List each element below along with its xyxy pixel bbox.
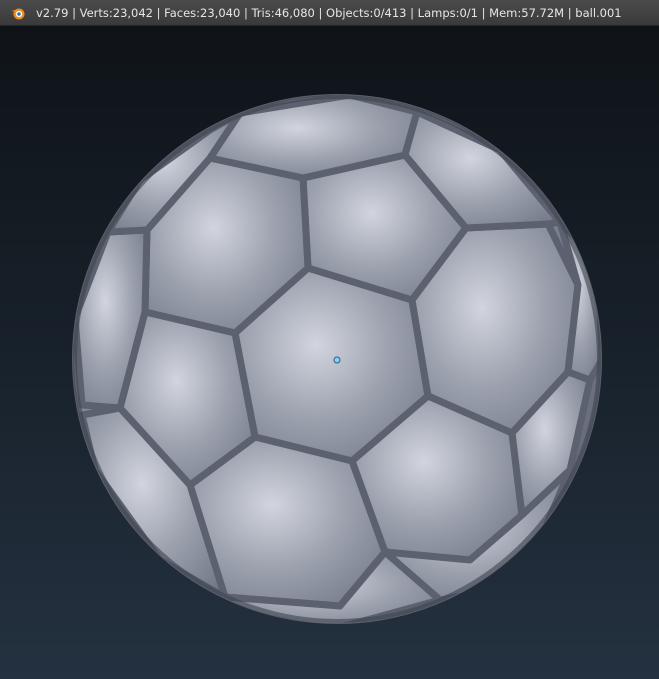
info-header: v2.79 | Verts:23,042 | Faces:23,040 | Tr…	[0, 0, 659, 26]
scene-statistics: v2.79 | Verts:23,042 | Faces:23,040 | Tr…	[36, 5, 622, 20]
blender-window: v2.79 | Verts:23,042 | Faces:23,040 | Tr…	[0, 0, 659, 679]
blender-logo-icon[interactable]	[10, 5, 26, 21]
object-origin-marker[interactable]	[333, 356, 341, 364]
viewport-canvas	[72, 94, 602, 624]
3d-viewport[interactable]	[0, 26, 659, 679]
